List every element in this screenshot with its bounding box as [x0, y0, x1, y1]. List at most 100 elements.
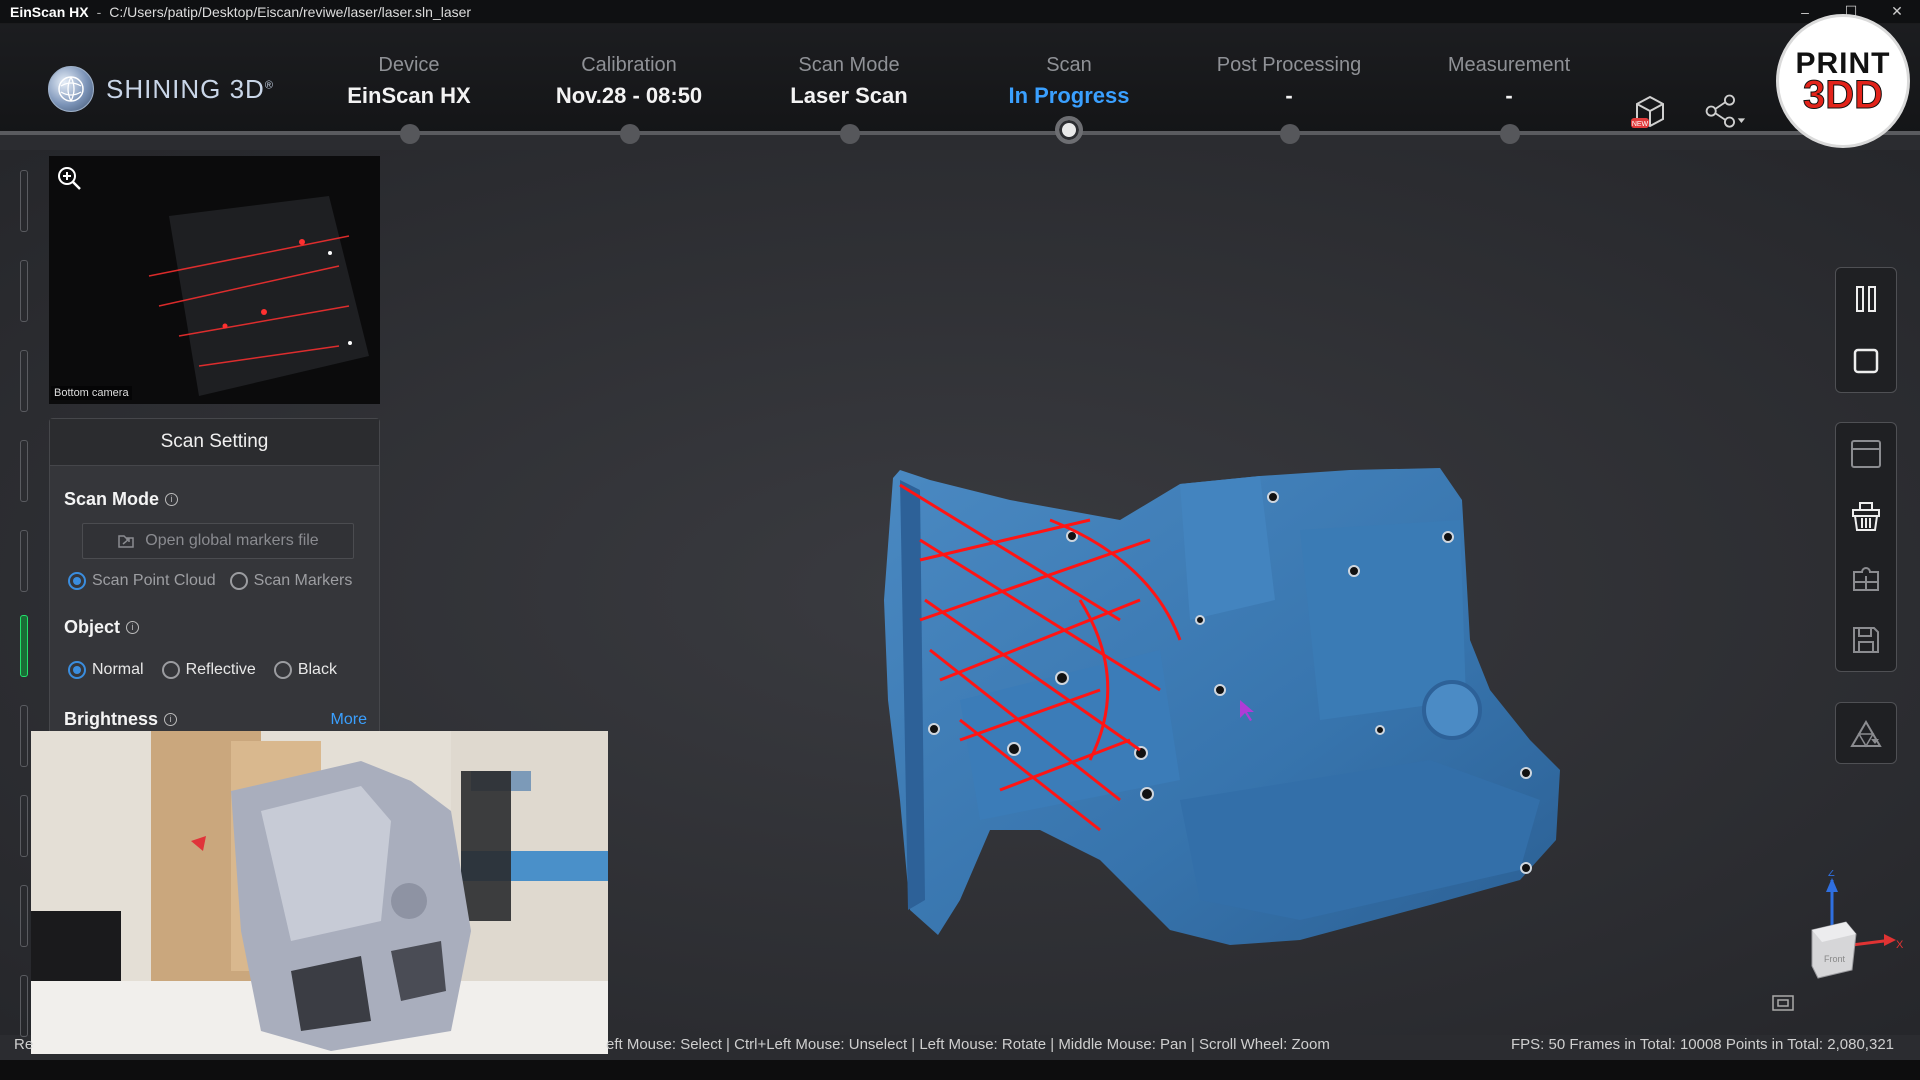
- open-file-icon: [118, 535, 135, 548]
- mouse-cursor: [1240, 700, 1254, 721]
- scan-stats: FPS: 50 Frames in Total: 10008 Points in…: [1510, 1036, 1894, 1053]
- mesh-button[interactable]: [1836, 703, 1896, 765]
- share-icon[interactable]: [1702, 90, 1746, 134]
- pause-icon: [1856, 286, 1876, 312]
- mesh-icon: [1850, 720, 1882, 748]
- progress-dot: [1500, 124, 1520, 144]
- camera-preview: Bottom camera: [49, 156, 380, 404]
- merge-button[interactable]: [1836, 547, 1896, 609]
- bottom-band: [0, 1060, 1920, 1080]
- step-label: Measurement: [1447, 54, 1571, 76]
- rail-item[interactable]: [20, 705, 28, 767]
- axis-z-label: Z: [1828, 870, 1835, 879]
- camera-caption: Bottom camera: [51, 386, 132, 400]
- open-global-markers-button[interactable]: Open global markers file: [82, 523, 354, 559]
- progress-dot: [620, 124, 640, 144]
- radio-indicator-selected: [68, 572, 86, 590]
- status-bar: Re eft Mouse: Select | Ctrl+Left Mouse: …: [0, 1034, 1920, 1056]
- pause-button[interactable]: [1836, 268, 1896, 330]
- progress-dot: [400, 124, 420, 144]
- logo-line2: 3DD: [1802, 72, 1884, 117]
- step-label: Device: [378, 54, 440, 76]
- radio-reflective[interactable]: Reflective: [161, 661, 256, 679]
- info-icon[interactable]: i: [165, 493, 179, 506]
- scan-setting-panel: Scan Setting Scan Mode i Open global mar…: [49, 418, 380, 740]
- step-scan[interactable]: Scan In Progress: [959, 54, 1179, 109]
- radio-label: Normal: [92, 661, 144, 678]
- scan-mode-section: Scan Mode i: [64, 489, 179, 510]
- close-button[interactable]: ✕: [1874, 0, 1920, 23]
- brightness-label: Brightness: [64, 709, 159, 729]
- step-label: Scan Mode: [798, 54, 900, 76]
- info-icon[interactable]: i: [164, 713, 178, 726]
- radio-scan-point-cloud[interactable]: Scan Point Cloud: [68, 572, 216, 590]
- cube-face-label: Front: [1824, 954, 1846, 964]
- open-markers-label: Open global markers file: [145, 532, 319, 549]
- step-measurement[interactable]: Measurement -: [1399, 54, 1619, 109]
- radio-scan-markers[interactable]: Scan Markers: [229, 572, 353, 590]
- progress-dot: [1280, 124, 1300, 144]
- rail-item[interactable]: [20, 170, 28, 232]
- brand-registered-mark: ®: [264, 78, 274, 91]
- scan-control-group: [1835, 267, 1897, 393]
- radio-indicator: [161, 661, 180, 679]
- step-label: Calibration: [581, 54, 677, 76]
- brightness-more-link[interactable]: More: [331, 711, 367, 729]
- radio-label: Black: [297, 661, 337, 678]
- scanned-engine-block-model: [884, 468, 1560, 945]
- radio-black[interactable]: Black: [273, 661, 337, 679]
- object-section: Object i: [64, 617, 140, 638]
- radio-label: Scan Markers: [253, 572, 353, 589]
- radio-normal[interactable]: Normal: [68, 661, 144, 679]
- app-name: EinScan HX: [10, 3, 89, 20]
- stop-button[interactable]: [1836, 330, 1896, 392]
- fit-view-icon[interactable]: [1771, 993, 1795, 1018]
- rail-item[interactable]: [20, 440, 28, 502]
- new-model-icon[interactable]: NEW: [1628, 90, 1672, 134]
- project-path: C:/Users/patip/Desktop/Eiscan/reviwe/las…: [109, 3, 472, 20]
- radio-indicator: [229, 572, 248, 590]
- zoom-in-icon[interactable]: [55, 164, 83, 197]
- mesh-tool-group: [1835, 702, 1897, 764]
- svg-text:NEW: NEW: [1632, 121, 1649, 128]
- panel-button[interactable]: [1836, 423, 1896, 485]
- step-scan-mode[interactable]: Scan Mode Laser Scan: [739, 54, 959, 109]
- progress-dot: [840, 124, 860, 144]
- step-value: Laser Scan: [790, 83, 908, 108]
- rail-item[interactable]: [20, 975, 28, 1037]
- radio-label: Reflective: [185, 661, 256, 678]
- radio-indicator-selected: [68, 661, 86, 679]
- brightness-section: Brightness i: [64, 709, 178, 730]
- step-label: Post Processing: [1216, 54, 1362, 76]
- scan-mode-label: Scan Mode: [64, 489, 160, 509]
- rail-item[interactable]: [20, 795, 28, 857]
- info-icon[interactable]: i: [126, 621, 140, 634]
- rail-item-active[interactable]: [20, 615, 28, 677]
- step-calibration[interactable]: Calibration Nov.28 - 08:50: [519, 54, 739, 109]
- mouse-hints: eft Mouse: Select | Ctrl+Left Mouse: Uns…: [606, 1036, 1330, 1053]
- rail-item[interactable]: [20, 530, 28, 592]
- save-button[interactable]: [1836, 609, 1896, 671]
- workflow-header: SHINING 3D® Device EinScan HX Calibratio…: [0, 24, 1920, 134]
- step-post-processing[interactable]: Post Processing -: [1179, 54, 1399, 109]
- camera-feed: [49, 156, 380, 404]
- rail-item[interactable]: [20, 885, 28, 947]
- orientation-gizmo[interactable]: Z X Front: [1804, 867, 1904, 990]
- brand-globe-icon: [48, 66, 94, 112]
- rail-item[interactable]: [20, 350, 28, 412]
- brand-logo: SHINING 3D®: [48, 66, 274, 112]
- axis-x-label: X: [1896, 939, 1904, 951]
- edit-tools-group: [1835, 422, 1897, 672]
- puzzle-icon: [1853, 567, 1879, 591]
- status-left-text: Re: [14, 1036, 34, 1053]
- object-options: Normal Reflective Black: [68, 661, 337, 679]
- step-value: EinScan HX: [347, 83, 471, 108]
- panel-icon: [1851, 440, 1881, 468]
- brand-name-text: SHINING 3D: [106, 73, 265, 104]
- rail-item[interactable]: [20, 260, 28, 322]
- radio-label: Scan Point Cloud: [92, 572, 216, 589]
- webcam-feed: [31, 731, 608, 1054]
- scan-status-label: Scanning: [904, 162, 995, 184]
- clean-button[interactable]: [1836, 485, 1896, 547]
- step-device[interactable]: Device EinScan HX: [299, 54, 519, 109]
